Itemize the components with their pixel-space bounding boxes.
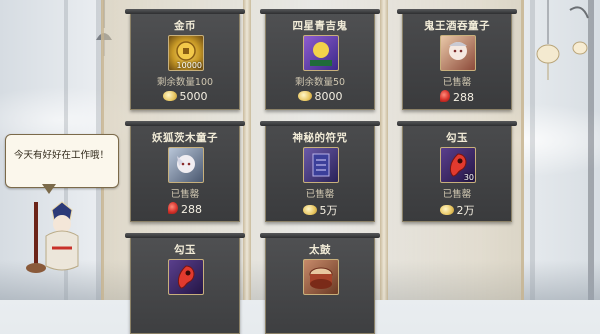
item-price: 5万: [266, 202, 374, 218]
card-rail: [260, 9, 380, 14]
magatama-currency-icon: [440, 90, 450, 102]
taiko-drum-icon: [303, 259, 339, 295]
item-name: 鬼王酒吞童子: [424, 20, 490, 32]
gold-coin-icon: 10000: [168, 35, 204, 71]
shop-item-card[interactable]: 神秘的符咒 已售罄 5万: [260, 121, 380, 222]
sold-out-label: 已售罄: [442, 77, 472, 88]
item-name: 妖狐茨木童子: [152, 132, 218, 144]
remaining-count: 剩余数量50: [294, 77, 346, 88]
item-price: 288: [131, 202, 239, 216]
mystery-talisman-icon: [303, 147, 339, 183]
coin-currency-icon: [302, 205, 317, 215]
item-price: 2万: [403, 202, 511, 218]
dialog-bubble-tail: [42, 184, 56, 194]
card-rail: [125, 9, 245, 14]
card-rail: [125, 233, 245, 238]
item-quantity: 30: [463, 173, 474, 182]
dialog-text: 今天有好好在工作哦！: [14, 150, 110, 161]
card-rail: [125, 121, 245, 126]
shop-item-card[interactable]: 妖狐茨木童子 已售罄 288: [125, 121, 245, 222]
shikigami-portrait-icon: [303, 35, 339, 71]
magatama-currency-icon: [168, 202, 178, 214]
shop-item-card[interactable]: 金币 10000 剩余数量100 5000: [125, 9, 245, 110]
item-name: 四星青吉鬼: [292, 20, 348, 32]
item-price: 5000: [131, 90, 239, 103]
item-name: 勾玉: [174, 244, 196, 256]
item-price: 288: [403, 90, 511, 104]
item-name: 勾玉: [446, 132, 468, 144]
shopkeeper-npc-icon[interactable]: [12, 196, 82, 276]
item-name: 金币: [174, 20, 196, 32]
card-rail: [397, 9, 517, 14]
sold-out-label: 已售罄: [305, 189, 335, 200]
coin-currency-icon: [439, 205, 454, 215]
item-quantity: 10000: [176, 61, 202, 70]
shop-item-card[interactable]: 勾玉: [125, 233, 245, 334]
coin-currency-icon: [162, 91, 177, 101]
card-rail: [260, 233, 380, 238]
item-price: 8000: [266, 90, 374, 103]
shelf-divider: [243, 0, 251, 300]
card-rail: [260, 121, 380, 126]
remaining-count: 剩余数量100: [156, 77, 214, 88]
hanging-lantern-icon: [536, 0, 589, 80]
sold-out-label: 已售罄: [442, 189, 472, 200]
coin-currency-icon: [297, 91, 312, 101]
item-name: 太鼓: [309, 244, 331, 256]
magatama-icon: [168, 259, 204, 295]
shop-item-card[interactable]: 太鼓: [260, 233, 380, 334]
shelf-divider: [380, 0, 388, 300]
shop-item-card[interactable]: 鬼王酒吞童子 已售罄 288: [397, 9, 517, 110]
shop-item-card[interactable]: 勾玉 30 已售罄 2万: [397, 121, 517, 222]
card-rail: [397, 121, 517, 126]
shop-item-card[interactable]: 四星青吉鬼 剩余数量50 8000: [260, 9, 380, 110]
shuten-doji-skin-icon: [440, 35, 476, 71]
item-name: 神秘的符咒: [292, 132, 348, 144]
ibaraki-skin-icon: [168, 147, 204, 183]
magatama-icon: 30: [440, 147, 476, 183]
sold-out-label: 已售罄: [170, 189, 200, 200]
